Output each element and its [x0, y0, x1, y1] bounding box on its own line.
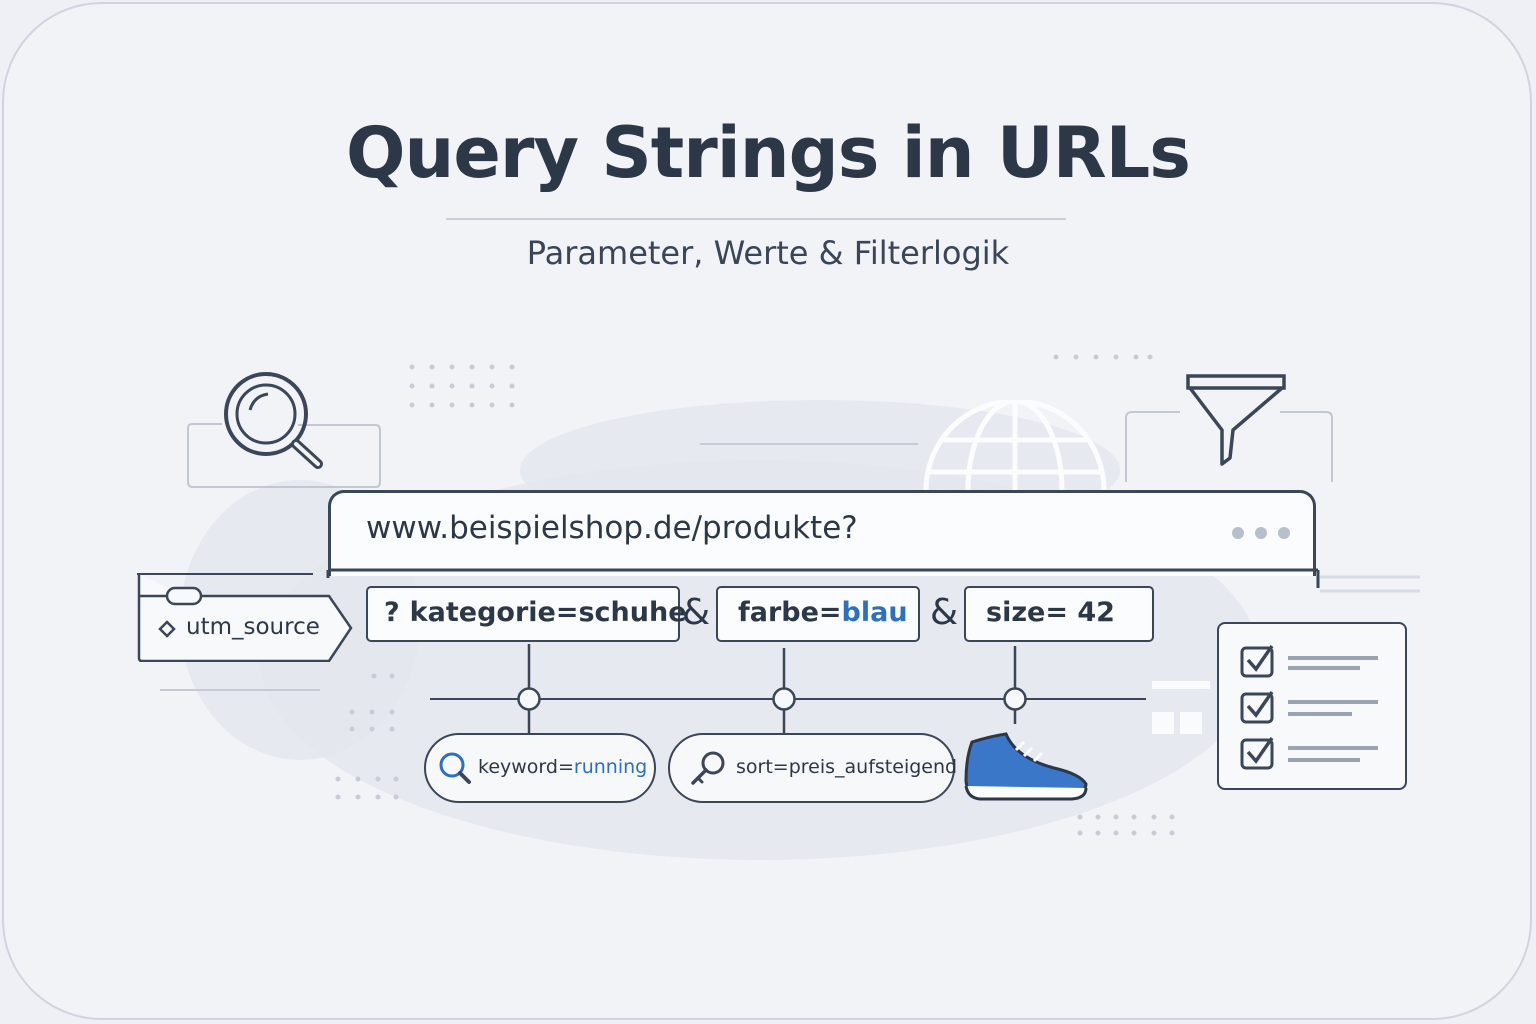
checkbox-icon: [1240, 691, 1274, 724]
pill-sort-text: sort=preis_aufsteigend: [736, 756, 958, 778]
checklist-items: [1240, 645, 1378, 770]
magnifier-icon: [439, 752, 471, 784]
utm-source-label: utm_source: [186, 614, 320, 640]
checkbox-icon: [1240, 737, 1274, 770]
pill-keyword[interactable]: keyword=running: [424, 733, 656, 803]
pill-keyword-value: running: [573, 756, 648, 778]
ampersand-2: &: [930, 592, 959, 633]
pill-sort[interactable]: sort=preis_aufsteigend: [668, 733, 958, 803]
checkbox-icon: [1240, 645, 1274, 678]
param-size-text: size= 42: [986, 597, 1115, 628]
browser-menu-dots[interactable]: [1232, 524, 1301, 543]
search-icon: [187, 372, 381, 488]
param-kategorie[interactable]: ? kategorie=schuhe: [366, 586, 687, 642]
param-size[interactable]: size= 42: [964, 586, 1154, 642]
ampersand-1: &: [682, 592, 711, 633]
connector-lines: [430, 644, 1146, 734]
globe-icon: [923, 400, 1107, 491]
title-divider: [446, 218, 1066, 220]
pill-keyword-key: keyword=: [478, 756, 574, 778]
param-kategorie-text: kategorie=schuhe: [409, 597, 687, 628]
url-text[interactable]: www.beispielshop.de/produkte?: [366, 510, 858, 546]
page-title: Query Strings in URLs: [346, 112, 1191, 194]
page-subtitle: Parameter, Werte & Filterlogik: [526, 234, 1010, 272]
param-farbe-value: blau: [841, 597, 908, 628]
param-farbe[interactable]: farbe=blau: [716, 586, 920, 642]
shoe-icon: [964, 732, 1088, 801]
param-farbe-key: farbe=: [738, 597, 842, 628]
key-icon: [691, 751, 725, 785]
param-question-mark: ?: [384, 597, 400, 628]
funnel-icon: [1125, 374, 1333, 482]
